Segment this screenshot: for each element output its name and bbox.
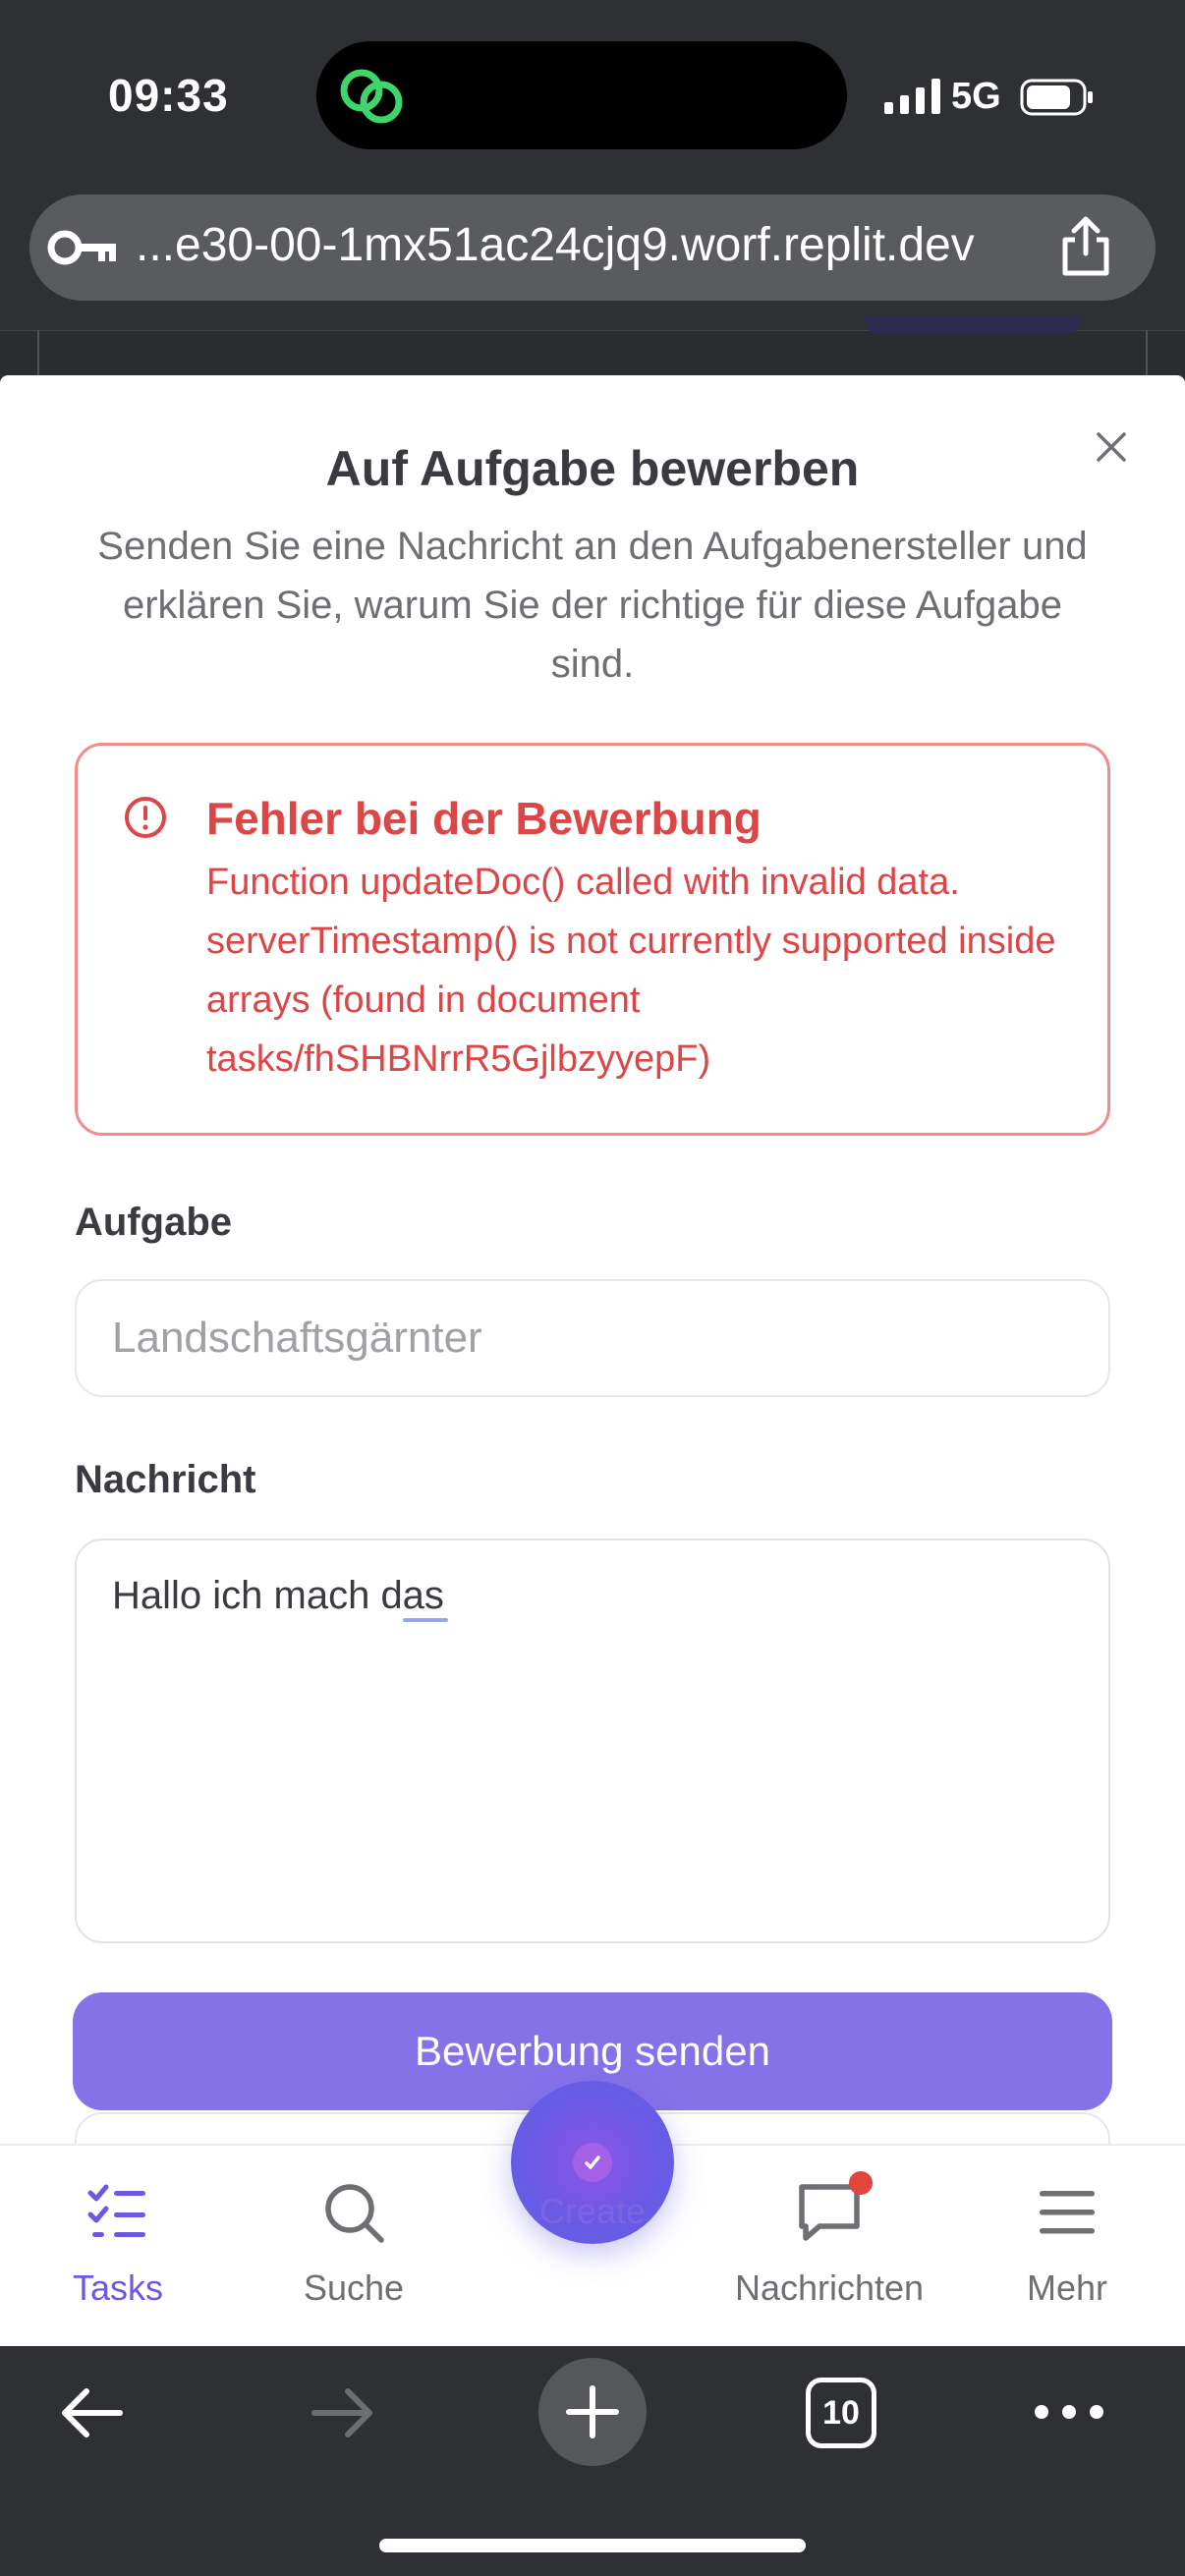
share-icon[interactable] bbox=[1055, 214, 1116, 279]
battery-icon bbox=[1020, 79, 1093, 116]
signal-icon bbox=[884, 79, 940, 114]
nav-item-search[interactable]: Suche bbox=[236, 2177, 472, 2315]
url-text[interactable]: ...e30-00-1mx51ac24cjq9.worf.replit.dev bbox=[136, 218, 975, 272]
network-label: 5G bbox=[951, 76, 1001, 117]
check-icon bbox=[585, 2156, 600, 2169]
nav-label-tasks: Tasks bbox=[72, 2268, 164, 2308]
message-field-label: Nachricht bbox=[75, 1458, 256, 1501]
tabs-button[interactable]: 10 bbox=[806, 2378, 876, 2448]
dialog-title: Auf Aufgabe bewerben bbox=[325, 441, 860, 496]
nav-item-more[interactable]: Mehr bbox=[949, 2177, 1185, 2315]
error-message: Function updateDoc() called with invalid… bbox=[206, 862, 1056, 1080]
back-arrow-icon[interactable] bbox=[55, 2376, 130, 2450]
plus-icon bbox=[566, 2385, 619, 2438]
link-icon bbox=[340, 69, 403, 124]
search-icon bbox=[325, 2184, 384, 2243]
message-textarea[interactable]: Hallo ich mach das bbox=[75, 1539, 1110, 1943]
new-tab-button[interactable] bbox=[538, 2358, 647, 2466]
alert-circle-icon bbox=[125, 797, 166, 838]
home-indicator bbox=[379, 2539, 806, 2552]
nav-label-search: Suche bbox=[303, 2268, 405, 2308]
screen: 09:33 5G ...e30-00-1mx51ac24cjq9.worf.re… bbox=[0, 0, 1185, 2576]
nav-item-messages[interactable]: Nachrichten bbox=[711, 2177, 947, 2315]
key-icon bbox=[47, 230, 116, 265]
nav-label-more: Mehr bbox=[1026, 2268, 1108, 2308]
nav-label-create: Create bbox=[538, 2191, 647, 2231]
background-divider bbox=[1146, 330, 1148, 375]
notification-badge bbox=[849, 2171, 873, 2195]
tasks-icon bbox=[87, 2184, 145, 2237]
more-icon[interactable] bbox=[1030, 2397, 1108, 2427]
status-time: 09:33 bbox=[108, 70, 229, 121]
forward-arrow-icon[interactable] bbox=[305, 2376, 379, 2450]
error-title: Fehler bei der Bewerbung bbox=[206, 793, 762, 844]
nav-item-tasks[interactable]: Tasks bbox=[0, 2177, 236, 2315]
background-button bbox=[865, 316, 1081, 334]
spellcheck-underline bbox=[403, 1618, 448, 1622]
menu-icon bbox=[1040, 2191, 1095, 2234]
background-divider bbox=[37, 330, 39, 375]
background-page bbox=[0, 330, 1185, 375]
task-field-label: Aufgabe bbox=[75, 1201, 232, 1244]
dialog-description: Senden Sie eine Nachricht an den Aufgabe… bbox=[97, 525, 1088, 686]
nav-label-messages: Nachrichten bbox=[734, 2268, 925, 2308]
task-input[interactable] bbox=[75, 1279, 1110, 1397]
